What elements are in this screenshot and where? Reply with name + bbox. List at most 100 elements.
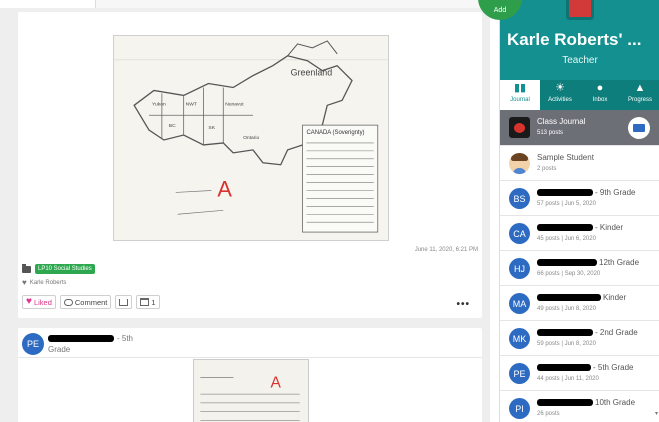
share-icon bbox=[119, 298, 129, 306]
list-item-student[interactable]: PE - 5th Grade 44 posts | Jun 11, 2020 bbox=[500, 356, 659, 391]
chat-icon: ● bbox=[596, 82, 604, 94]
worksheet-drawing: A bbox=[194, 360, 308, 422]
redacted-name bbox=[537, 224, 593, 231]
add-label: Add bbox=[493, 7, 507, 14]
tab-inbox[interactable]: ● Inbox bbox=[580, 80, 620, 110]
list-item-student[interactable]: CA - Kinder 45 posts | Jun 6, 2020 bbox=[500, 216, 659, 251]
map-drawing: Greenland Yukon NWT Nunavut BC SK Ontari… bbox=[114, 36, 388, 240]
post-photo[interactable]: A bbox=[193, 359, 309, 422]
grade-label: 12th Grade bbox=[599, 258, 640, 267]
student-avatar: CA bbox=[509, 223, 530, 244]
svg-text:Greenland: Greenland bbox=[291, 68, 333, 78]
more-options-icon[interactable]: ••• bbox=[456, 299, 470, 310]
feed-top-tab[interactable] bbox=[0, 0, 96, 8]
liker-name: Karle Roberts bbox=[29, 280, 67, 286]
list-item-title: - 2nd Grade bbox=[537, 328, 638, 337]
like-button[interactable]: ♥ Liked bbox=[22, 295, 56, 309]
journal-feed: Greenland Yukon NWT Nunavut BC SK Ontari… bbox=[0, 0, 490, 422]
list-item-sample-student[interactable]: Sample Student 2 posts bbox=[500, 146, 659, 181]
list-item-student[interactable]: MK - 2nd Grade 59 posts | Jun 8, 2020 bbox=[500, 321, 659, 356]
tab-progress-label: Progress bbox=[627, 97, 652, 103]
list-item-title: 12th Grade bbox=[537, 258, 639, 267]
list-item-subtitle: 513 posts bbox=[537, 130, 564, 136]
list-item-subtitle: 49 posts | Jun 8, 2020 bbox=[537, 306, 596, 312]
redacted-name bbox=[537, 399, 593, 406]
tab-activities[interactable]: ☀ Activities bbox=[540, 80, 580, 110]
svg-text:A: A bbox=[217, 176, 232, 201]
svg-text:BC: BC bbox=[169, 123, 176, 129]
student-avatar: MK bbox=[509, 328, 530, 349]
tab-journal[interactable]: ▮▮ Journal bbox=[500, 80, 540, 110]
tab-inbox-label: Inbox bbox=[592, 97, 608, 103]
student-avatar: PE bbox=[22, 333, 44, 355]
folder-outline-icon bbox=[140, 298, 150, 306]
folder-icon[interactable] bbox=[628, 117, 650, 139]
redacted-name bbox=[537, 259, 597, 266]
post-author-suffix: - 5th bbox=[117, 334, 134, 343]
panel-tabs: ▮▮ Journal ☀ Activities ● Inbox ▲ Progre… bbox=[500, 80, 659, 110]
list-item-subtitle: 2 posts bbox=[537, 166, 557, 172]
teacher-role: Teacher bbox=[562, 55, 598, 66]
student-list: Class Journal 513 posts Sample Student 2… bbox=[500, 110, 659, 422]
like-label: Liked bbox=[33, 297, 52, 307]
list-item-title: Class Journal bbox=[537, 117, 586, 126]
redacted-name bbox=[537, 294, 601, 301]
folder-count-button[interactable]: 1 bbox=[136, 295, 160, 309]
lightbulb-icon: ☀ bbox=[555, 82, 565, 94]
apple-icon bbox=[509, 117, 530, 138]
redacted-name bbox=[48, 335, 114, 342]
folder-count: 1 bbox=[151, 297, 156, 307]
post-timestamp: June 11, 2020, 6:21 PM bbox=[414, 247, 478, 253]
folder-tag[interactable]: LP10 Social Studies bbox=[35, 264, 95, 274]
list-item-subtitle: 44 posts | Jun 11, 2020 bbox=[537, 376, 599, 382]
list-item-class-journal[interactable]: Class Journal 513 posts bbox=[500, 110, 659, 146]
class-panel: Karle Roberts' ... Teacher ▮▮ Journal ☀ … bbox=[499, 0, 659, 422]
list-item-student[interactable]: MA Kinder 49 posts | Jun 8, 2020 bbox=[500, 286, 659, 321]
post-photo[interactable]: Greenland Yukon NWT Nunavut BC SK Ontari… bbox=[113, 35, 389, 241]
list-item-student[interactable]: HJ 12th Grade 66 posts | Sep 30, 2020 bbox=[500, 251, 659, 286]
post-folder-row: LP10 Social Studies bbox=[22, 263, 95, 275]
redacted-name bbox=[537, 364, 591, 371]
share-button[interactable] bbox=[115, 295, 133, 309]
student-avatar: PE bbox=[509, 363, 530, 384]
student-avatar: HJ bbox=[509, 258, 530, 279]
svg-text:Yukon: Yukon bbox=[152, 101, 166, 107]
student-avatar: MA bbox=[509, 293, 530, 314]
list-item-title: Sample Student bbox=[537, 153, 594, 162]
post-author-grade: Grade bbox=[48, 345, 71, 354]
tab-journal-label: Journal bbox=[510, 97, 530, 103]
heart-filled-icon: ♥ bbox=[26, 296, 32, 307]
grade-label: - Kinder bbox=[595, 223, 624, 232]
journal-post: Greenland Yukon NWT Nunavut BC SK Ontari… bbox=[18, 12, 482, 318]
journal-post: PE - 5th Grade A bbox=[18, 328, 482, 422]
list-item-subtitle: 66 posts | Sep 30, 2020 bbox=[537, 271, 601, 277]
heart-icon: ♥ bbox=[22, 278, 27, 287]
tab-progress[interactable]: ▲ Progress bbox=[620, 80, 659, 110]
svg-text:SK: SK bbox=[208, 125, 215, 131]
list-item-subtitle: 26 posts bbox=[537, 411, 560, 417]
list-item-title: - 9th Grade bbox=[537, 188, 635, 197]
student-face-icon bbox=[509, 153, 530, 174]
list-item-subtitle: 59 posts | Jun 8, 2020 bbox=[537, 341, 596, 347]
list-item-student[interactable]: BS - 9th Grade 57 posts | Jun 5, 2020 bbox=[500, 181, 659, 216]
list-item-student[interactable]: PI 10th Grade 26 posts bbox=[500, 391, 659, 422]
teacher-name: Karle Roberts' ... bbox=[507, 30, 642, 49]
student-avatar: PI bbox=[509, 398, 530, 419]
svg-text:NWT: NWT bbox=[186, 101, 197, 107]
redacted-name bbox=[537, 189, 593, 196]
list-item-title: - 5th Grade bbox=[537, 363, 633, 372]
svg-text:A: A bbox=[270, 374, 281, 391]
comment-label: Comment bbox=[74, 297, 108, 307]
list-item-subtitle: 45 posts | Jun 6, 2020 bbox=[537, 236, 596, 242]
teacher-header: Karle Roberts' ... Teacher bbox=[500, 0, 659, 80]
redacted-name bbox=[537, 329, 593, 336]
student-avatar: BS bbox=[509, 188, 530, 209]
svg-text:CANADA (Soverignty): CANADA (Soverignty) bbox=[306, 130, 364, 136]
scroll-down-icon[interactable]: ▾ bbox=[655, 410, 658, 417]
grade-label: - 5th Grade bbox=[593, 363, 634, 372]
list-item-title: - Kinder bbox=[537, 223, 623, 232]
list-item-title: Kinder bbox=[537, 293, 626, 302]
comment-button[interactable]: Comment bbox=[59, 295, 112, 309]
teacher-avatar[interactable] bbox=[566, 0, 594, 20]
list-item-title: 10th Grade bbox=[537, 398, 635, 407]
